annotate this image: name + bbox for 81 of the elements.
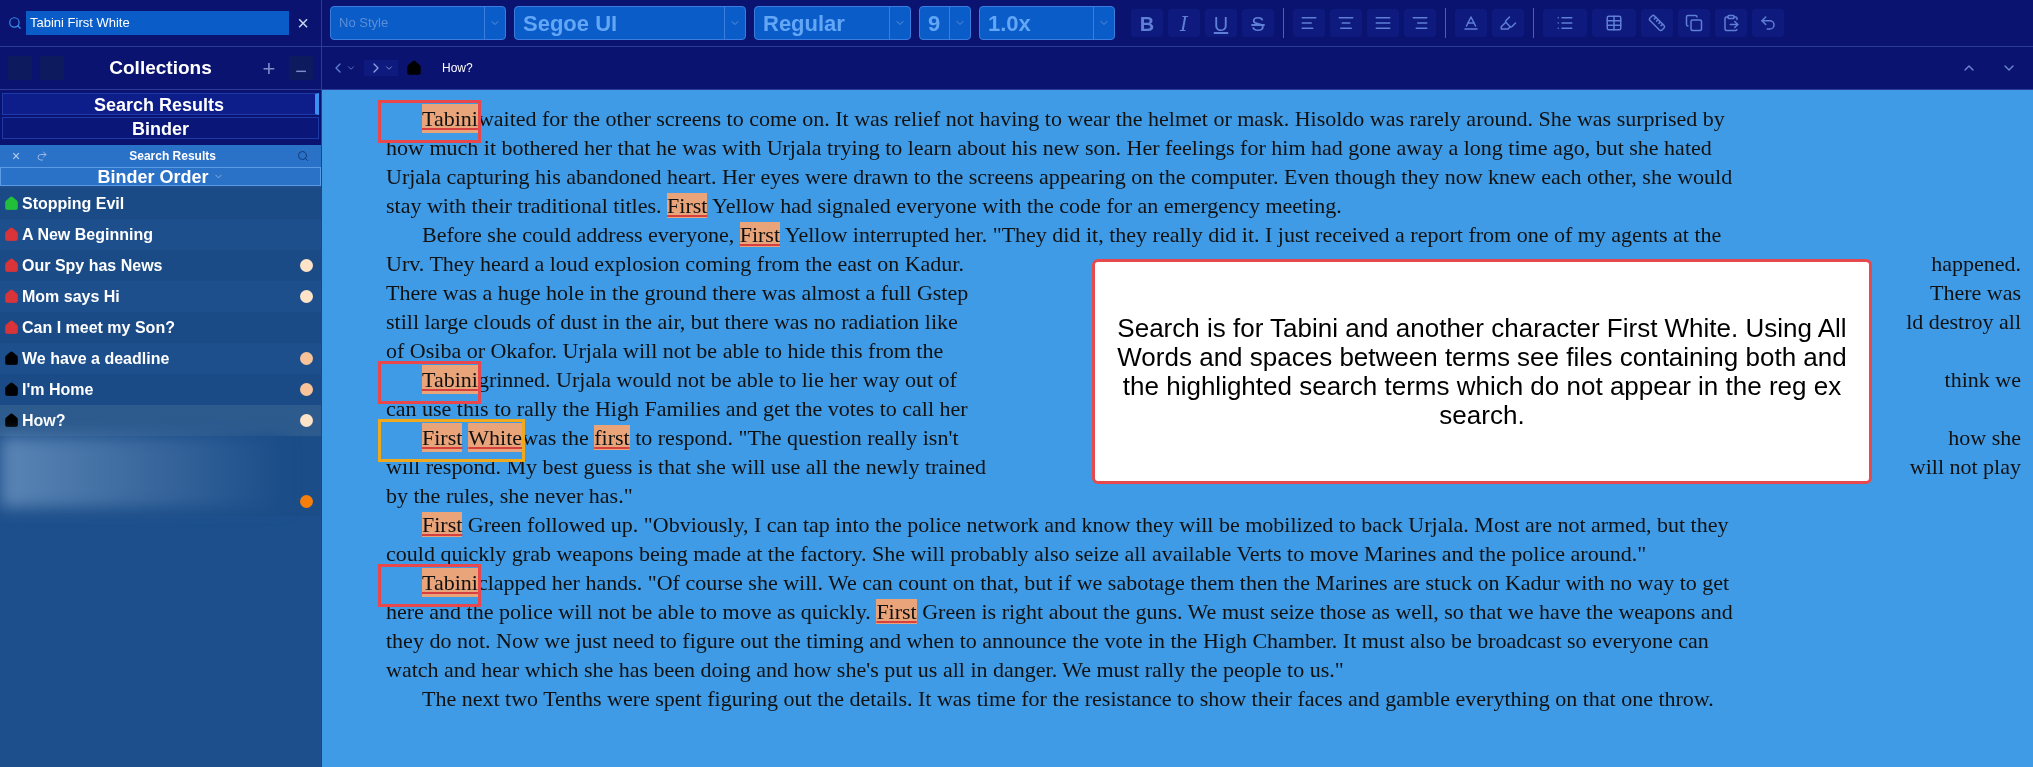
body-text: Yellow interrupted her. "They did it, they really did it. I just received a report from one of my agents at the — [783, 222, 1722, 247]
body-text: watch and hear which she has been doing and how she's put us all in danger. We must rally the people to us." — [386, 657, 1344, 682]
body-text: Urjala capturing his abandoned heart. Her eyes were drawn to the screens appearing on the computer. Even though they now knew each other, she would — [386, 164, 1733, 189]
body-text: still large clouds of dust in the air, but there was no radiation like — [386, 309, 958, 334]
body-text: Before she could address everyone, — [422, 222, 736, 247]
format-button[interactable]: B — [1131, 9, 1163, 37]
caret-icon[interactable] — [384, 63, 394, 73]
search-icon[interactable] — [297, 150, 309, 162]
highlighted-term: First — [422, 423, 463, 452]
collection-tab[interactable]: Binder — [2, 117, 319, 139]
body-text: they do not. Now we just need to figure out the timing and when to announce the vote in the High Chamber. It must also be broadcast so everyone can — [386, 628, 1709, 653]
collection-tab[interactable]: Search Results — [2, 93, 319, 115]
result-item[interactable]: Our Spy has News — [0, 250, 321, 281]
item-label: Mom says Hi — [22, 286, 121, 307]
highlighted-term: Tabini — [422, 568, 478, 597]
align-icon[interactable] — [1300, 14, 1318, 32]
highlighted-term: White — [468, 423, 523, 452]
item-label: We have a deadline — [22, 348, 171, 369]
body-text: Green is right about the guns. We must seize those as well, so that we have the weapons and — [921, 599, 1733, 624]
highlighted-term: first — [594, 425, 630, 450]
search-icon — [8, 16, 22, 30]
clear-button[interactable]: × — [293, 8, 313, 38]
body-text: stay with their traditional titles. — [386, 193, 663, 218]
paste-icon[interactable] — [1722, 14, 1740, 32]
body-text: by the rules, she never has." — [386, 483, 633, 508]
highlighted-term: First — [876, 599, 917, 624]
result-item[interactable]: Stopping Evil — [0, 188, 321, 219]
item-label: How? — [22, 410, 67, 431]
highlighted-term: First — [739, 222, 781, 247]
align-icon[interactable] — [1337, 14, 1355, 32]
result-item[interactable]: I'm Home — [0, 374, 321, 405]
item-label: I'm Home — [22, 379, 95, 400]
caret-icon[interactable] — [346, 63, 356, 73]
close-button[interactable]: × — [12, 145, 21, 167]
body-text: will not play — [1909, 453, 2021, 481]
panel-title: Search Results — [128, 148, 217, 165]
search-field[interactable]: Tabini First White — [26, 11, 290, 35]
highlighted-term: First — [422, 512, 463, 537]
add-button[interactable]: + — [257, 51, 281, 85]
body-text: Urv. They heard a loud explosion coming from the east on Kadur. — [386, 251, 964, 276]
body-text: of Osiba or Okafor. Urjala will not be able to hide this from the — [386, 338, 944, 363]
redo-icon[interactable] — [36, 150, 49, 162]
collections-title: Collections — [108, 55, 213, 80]
copy-icon[interactable] — [1685, 14, 1703, 32]
body-text: how she — [1948, 424, 2021, 452]
body-text: Yellow had signaled everyone with the code for an emergency meeting. — [711, 193, 1342, 218]
format-button[interactable]: I — [1168, 9, 1200, 37]
body-text: happened. — [1931, 250, 2021, 278]
body-text: ld destroy all — [1906, 308, 2021, 336]
ruler-icon[interactable] — [1648, 14, 1666, 32]
result-item[interactable]: Can I meet my Son? — [0, 312, 321, 343]
body-text: There was — [1930, 279, 2021, 307]
text-color-icon[interactable] — [1462, 14, 1480, 32]
body-text: how much it bothered her that he was with Urjala trying to learn about his new son. Her feelings for him had gone away a long time ago, but she hated — [386, 135, 1712, 160]
result-item[interactable]: How? — [0, 405, 321, 436]
item-label: Can I meet my Son? — [22, 317, 176, 338]
format-button[interactable]: U — [1205, 9, 1237, 37]
highlighted-term: First — [667, 193, 708, 218]
body-text: to respond. "The question really isn't — [634, 425, 959, 450]
align-icon[interactable] — [1374, 14, 1392, 32]
align-icon[interactable] — [1411, 14, 1429, 32]
body-text: could quickly grab weapons being made at the factory. She will probably also seize all available Verts to move Marines and the police around." — [386, 541, 1647, 566]
breadcrumb: How? — [442, 60, 473, 77]
highlighted-term: Tabini — [422, 365, 478, 394]
body-text: here and the police will not be able to move as quickly. — [386, 599, 872, 624]
remove-button[interactable]: − — [289, 56, 313, 80]
body-text: There was a huge hole in the ground there was almost a full Gstep — [386, 280, 969, 305]
item-label: A New Beginning — [22, 224, 154, 245]
highlighter-icon[interactable] — [1499, 14, 1517, 32]
item-label: Stopping Evil — [22, 193, 126, 214]
item-label: Our Spy has News — [22, 255, 164, 276]
body-text: Green followed up. "Obviously, I can tap into the police network and know they will be mobilized to back Urjala. Most are not armed, but they — [466, 512, 1729, 537]
undo-icon[interactable] — [1759, 14, 1777, 32]
sort-dropdown[interactable]: Binder Order — [0, 167, 321, 186]
body-text: think we — [1944, 366, 2021, 394]
list-icon[interactable] — [1556, 14, 1574, 32]
callout-box: Search is for Tabini and another character First White. Using All Words and spaces between terms see files containing both and the highlighted search terms which do not appear in the reg ex search. — [1092, 259, 1872, 484]
body-text: The next two Tenths were spent figuring out the details. It was time for the resistance to show their faces and gamble everything on that one throw. — [422, 686, 1714, 711]
format-button[interactable]: S — [1242, 9, 1274, 37]
table-icon[interactable] — [1605, 14, 1623, 32]
highlighted-term: Tabini — [422, 104, 478, 133]
